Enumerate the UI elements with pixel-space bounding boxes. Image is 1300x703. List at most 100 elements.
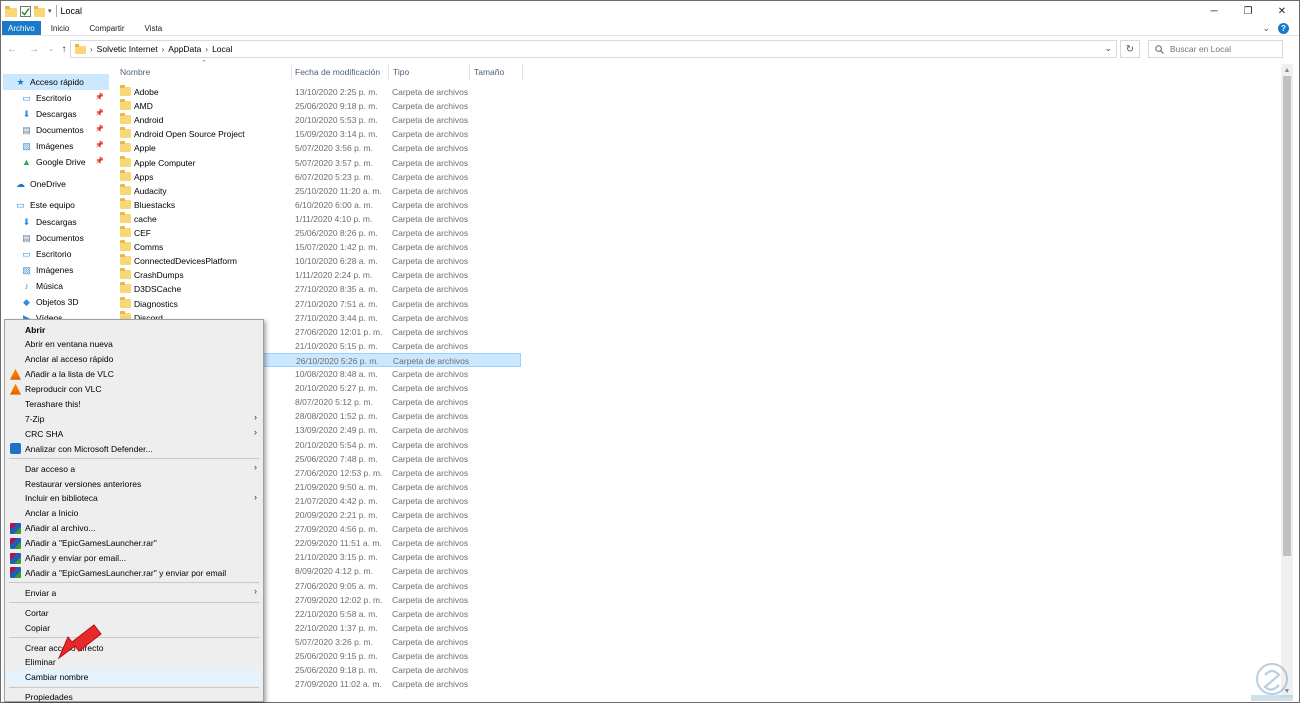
- context-menu-item[interactable]: Añadir y enviar por email...: [7, 551, 261, 566]
- address-bar[interactable]: › Solvetic Internet › AppData › Local ⌄: [70, 40, 1117, 58]
- breadcrumb-local[interactable]: Local: [208, 44, 236, 54]
- context-menu-item[interactable]: Añadir a la lista de VLC: [7, 367, 261, 382]
- context-menu-item[interactable]: Añadir a "EpicGamesLauncher.rar" y envia…: [7, 565, 261, 580]
- tab-compartir[interactable]: Compartir: [79, 21, 134, 35]
- context-menu-label: Abrir en ventana nueva: [25, 339, 113, 350]
- recent-locations-button[interactable]: ⌄: [44, 41, 58, 57]
- sidebar-item[interactable]: ▲ Google Drive: [21, 154, 86, 170]
- file-row[interactable]: cache 1/11/2020 4:10 p. m. Carpeta de arch…: [117, 211, 521, 226]
- context-menu-item[interactable]: CRC SHA ›: [7, 426, 261, 441]
- file-row[interactable]: Comms 15/07/2020 1:42 p. m. Carpeta de arc…: [117, 240, 521, 254]
- column-header-type[interactable]: Tipo: [393, 64, 468, 80]
- file-explorer-window: ▾ Local ─ ❐ ✕ Archivo Inicio Compartir V…: [0, 0, 1300, 703]
- column-header-name[interactable]: Nombre: [120, 64, 290, 80]
- context-menu-label: Restaurar versiones anteriores: [25, 478, 142, 489]
- forward-button[interactable]: →: [27, 41, 41, 57]
- column-divider[interactable]: [469, 64, 470, 80]
- scroll-up-icon[interactable]: ▲: [1281, 64, 1293, 76]
- column-divider[interactable]: [388, 64, 389, 80]
- close-button[interactable]: ✕: [1265, 1, 1299, 21]
- address-history-icon[interactable]: ⌄: [1104, 43, 1112, 54]
- sidebar-item[interactable]: ▨ Imágenes: [21, 262, 73, 278]
- file-row[interactable]: Bluestacks 6/10/2020 6:00 a. m. Carpeta de…: [117, 197, 521, 212]
- refresh-button[interactable]: ↻: [1120, 40, 1140, 58]
- sidebar-item[interactable]: ⬇ Descargas: [21, 214, 77, 230]
- context-menu-label: Abrir: [25, 324, 46, 335]
- scrollbar-thumb[interactable]: [1283, 76, 1291, 556]
- context-menu-item[interactable]: Propiedades: [7, 690, 261, 703]
- file-type: Carpeta de archivos: [392, 411, 469, 422]
- sidebar-item[interactable]: ☁ OneDrive: [15, 176, 66, 192]
- file-row[interactable]: ConnectedDevicesPlatform 10/10/2020 6:28 …: [117, 254, 521, 268]
- column-divider[interactable]: [291, 64, 292, 80]
- window-controls: ─ ❐ ✕: [1197, 1, 1299, 21]
- file-row[interactable]: Apps 6/07/2020 5:23 p. m. Carpeta de archi…: [117, 169, 521, 184]
- file-type: Carpeta de archivos: [392, 298, 469, 309]
- file-row[interactable]: Apple 5/07/2020 3:56 p. m. Carpeta de arch…: [117, 141, 521, 155]
- download-icon: ⬇: [22, 216, 31, 227]
- file-row[interactable]: Audacity 25/10/2020 11:20 a. m. Carpeta de…: [117, 183, 521, 198]
- tab-inicio[interactable]: Inicio: [41, 21, 80, 35]
- context-menu-item[interactable]: Añadir a "EpicGamesLauncher.rar": [7, 536, 261, 551]
- file-type: Carpeta de archivos: [392, 270, 469, 281]
- sidebar-item[interactable]: ♪ Música: [21, 278, 63, 294]
- context-menu-item[interactable]: Reproducir con VLC: [7, 382, 261, 397]
- maximize-button[interactable]: ❐: [1231, 1, 1265, 21]
- file-row[interactable]: Android 20/10/2020 5:53 p. m. Carpeta de a…: [117, 113, 521, 127]
- sidebar-item[interactable]: ▨ Imágenes: [21, 138, 73, 154]
- sidebar-item[interactable]: ★ Acceso rápido: [3, 74, 109, 90]
- sidebar-item[interactable]: ⬇ Descargas: [21, 106, 77, 122]
- context-menu-item[interactable]: Restaurar versiones anteriores: [7, 476, 261, 491]
- folder-icon: [120, 197, 131, 209]
- up-button[interactable]: ↑: [57, 41, 71, 57]
- context-menu-item[interactable]: Cambiar nombre: [7, 669, 261, 685]
- file-name: Android: [134, 115, 164, 126]
- properties-icon[interactable]: [20, 5, 31, 17]
- file-type: Carpeta de archivos: [392, 622, 469, 633]
- file-row[interactable]: AMD 25/06/2020 9:18 p. m. Carpeta de archi…: [117, 99, 521, 113]
- breadcrumb-appdata[interactable]: AppData: [164, 44, 205, 54]
- new-folder-icon[interactable]: [34, 5, 45, 17]
- context-menu-item[interactable]: Abrir en ventana nueva: [7, 337, 261, 352]
- file-date: 1/11/2020 4:10 p. m.: [295, 213, 373, 224]
- customize-toolbar-icon[interactable]: ▾: [48, 7, 52, 15]
- tab-archivo[interactable]: Archivo: [2, 21, 41, 35]
- file-date: 21/10/2020 3:15 p. m.: [295, 552, 378, 563]
- file-row[interactable]: CEF 25/06/2020 8:26 p. m. Carpeta de archi…: [117, 226, 521, 240]
- help-icon[interactable]: ?: [1278, 22, 1289, 34]
- column-header-date[interactable]: Fecha de modificación: [295, 64, 387, 80]
- file-row[interactable]: Apple Computer 5/07/2020 3:57 p. m. Carpet…: [117, 155, 521, 170]
- breadcrumb-solvetic-internet[interactable]: Solvetic Internet: [93, 44, 162, 54]
- minimize-button[interactable]: ─: [1197, 1, 1231, 21]
- context-menu-item[interactable]: Enviar a ›: [7, 585, 261, 600]
- navigation-pane: ★ Acceso rápido ▭ Escritorio 📌 ⬇ Descargas 📌 ▤ Do…: [1, 69, 111, 321]
- sidebar-item[interactable]: ▭ Escritorio: [21, 90, 71, 106]
- context-menu-item[interactable]: Analizar con Microsoft Defender...: [7, 441, 261, 456]
- file-name: Apple: [134, 143, 156, 154]
- context-menu-item[interactable]: Anclar al acceso rápido: [7, 352, 261, 367]
- file-row[interactable]: Adobe 13/10/2020 2:25 p. m. Carpeta de arc…: [117, 85, 521, 99]
- context-menu-item[interactable]: 7-Zip ›: [7, 411, 261, 426]
- sidebar-item[interactable]: ▭ Este equipo: [15, 197, 75, 213]
- file-row[interactable]: Diagnostics 27/10/2020 7:51 a. m. Carpeta …: [117, 296, 521, 311]
- context-menu-item[interactable]: Anclar a Inicio: [7, 506, 261, 521]
- file-row[interactable]: D3DSCache 27/10/2020 8:35 a. m. Carpeta de…: [117, 282, 521, 296]
- sidebar-item[interactable]: ▤ Documentos: [21, 230, 83, 246]
- context-menu-item[interactable]: Dar acceso a ›: [7, 461, 261, 476]
- search-box[interactable]: Buscar en Local: [1148, 40, 1283, 58]
- context-menu-item[interactable]: Terashare this!: [7, 397, 261, 412]
- sidebar-item[interactable]: ◆ Objetos 3D: [21, 294, 79, 310]
- file-row[interactable]: Android Open Source Project 15/09/2020 3:…: [117, 127, 521, 141]
- back-button[interactable]: ←: [5, 41, 19, 57]
- context-menu-item[interactable]: Incluir en biblioteca ›: [7, 491, 261, 506]
- column-header-size[interactable]: Tamaño: [474, 64, 522, 80]
- sidebar-item[interactable]: ▤ Documentos: [21, 122, 83, 138]
- column-divider[interactable]: [522, 64, 523, 80]
- tab-vista[interactable]: Vista: [135, 21, 173, 35]
- file-row[interactable]: CrashDumps 1/11/2020 2:24 p. m. Carpeta de…: [117, 268, 521, 282]
- sidebar-item[interactable]: ▭ Escritorio: [21, 246, 71, 262]
- context-menu-item[interactable]: Abrir: [7, 322, 261, 337]
- vertical-scrollbar[interactable]: ▲ ▼: [1281, 64, 1293, 697]
- expand-ribbon-icon[interactable]: ⌄: [1262, 23, 1270, 34]
- context-menu-item[interactable]: Añadir al archivo...: [7, 521, 261, 536]
